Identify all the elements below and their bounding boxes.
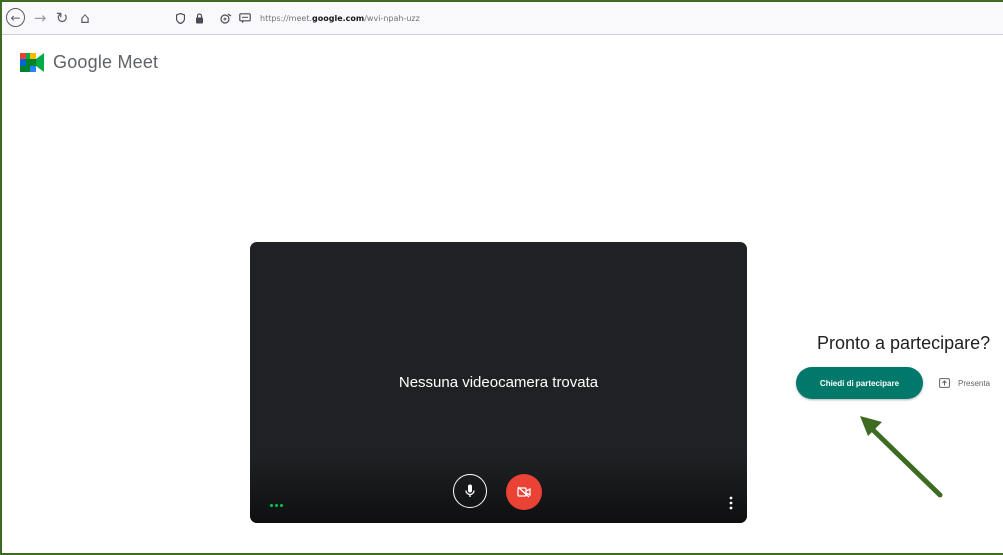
microphone-icon	[465, 484, 475, 497]
present-label: Presenta	[958, 378, 991, 388]
browser-toolbar: ← → ↻ ⌂ https://meet.google.com/wvi-npah…	[2, 2, 1003, 35]
forward-icon[interactable]: →	[30, 8, 50, 28]
annotation-arrow	[860, 416, 943, 498]
microphone-toggle-button[interactable]	[453, 474, 487, 508]
more-options-icon[interactable]	[726, 494, 736, 512]
url-text[interactable]: https://meet.google.com/wvi-npah-uzz	[260, 14, 420, 23]
no-camera-message: Nessuna videocamera trovata	[398, 374, 599, 391]
permissions-icon[interactable]	[218, 11, 234, 27]
chat-icon[interactable]	[237, 11, 253, 27]
lock-icon[interactable]	[191, 11, 207, 27]
meet-brand[interactable]: Google Meet	[20, 52, 158, 73]
ready-heading: Pronto a partecipare?	[817, 333, 991, 353]
camera-off-icon	[517, 486, 531, 498]
google-meet-logo	[20, 53, 44, 72]
ask-to-join-button[interactable]: Chiedi di partecipare	[796, 367, 923, 399]
app-name: Google Meet	[53, 52, 159, 72]
home-icon[interactable]: ⌂	[75, 8, 95, 28]
present-button[interactable]: Presenta	[939, 374, 990, 392]
video-preview: Nessuna videocamera trovata	[250, 242, 747, 523]
camera-toggle-button[interactable]	[506, 474, 542, 510]
url-bar[interactable]: https://meet.google.com/wvi-npah-uzz	[172, 8, 1002, 29]
preview-controls-bar	[250, 453, 747, 523]
present-icon	[939, 378, 950, 388]
reload-icon[interactable]: ↻	[52, 8, 72, 28]
shield-icon[interactable]	[172, 11, 188, 27]
back-icon[interactable]: ←	[6, 8, 25, 27]
audio-level-indicator	[270, 502, 286, 508]
